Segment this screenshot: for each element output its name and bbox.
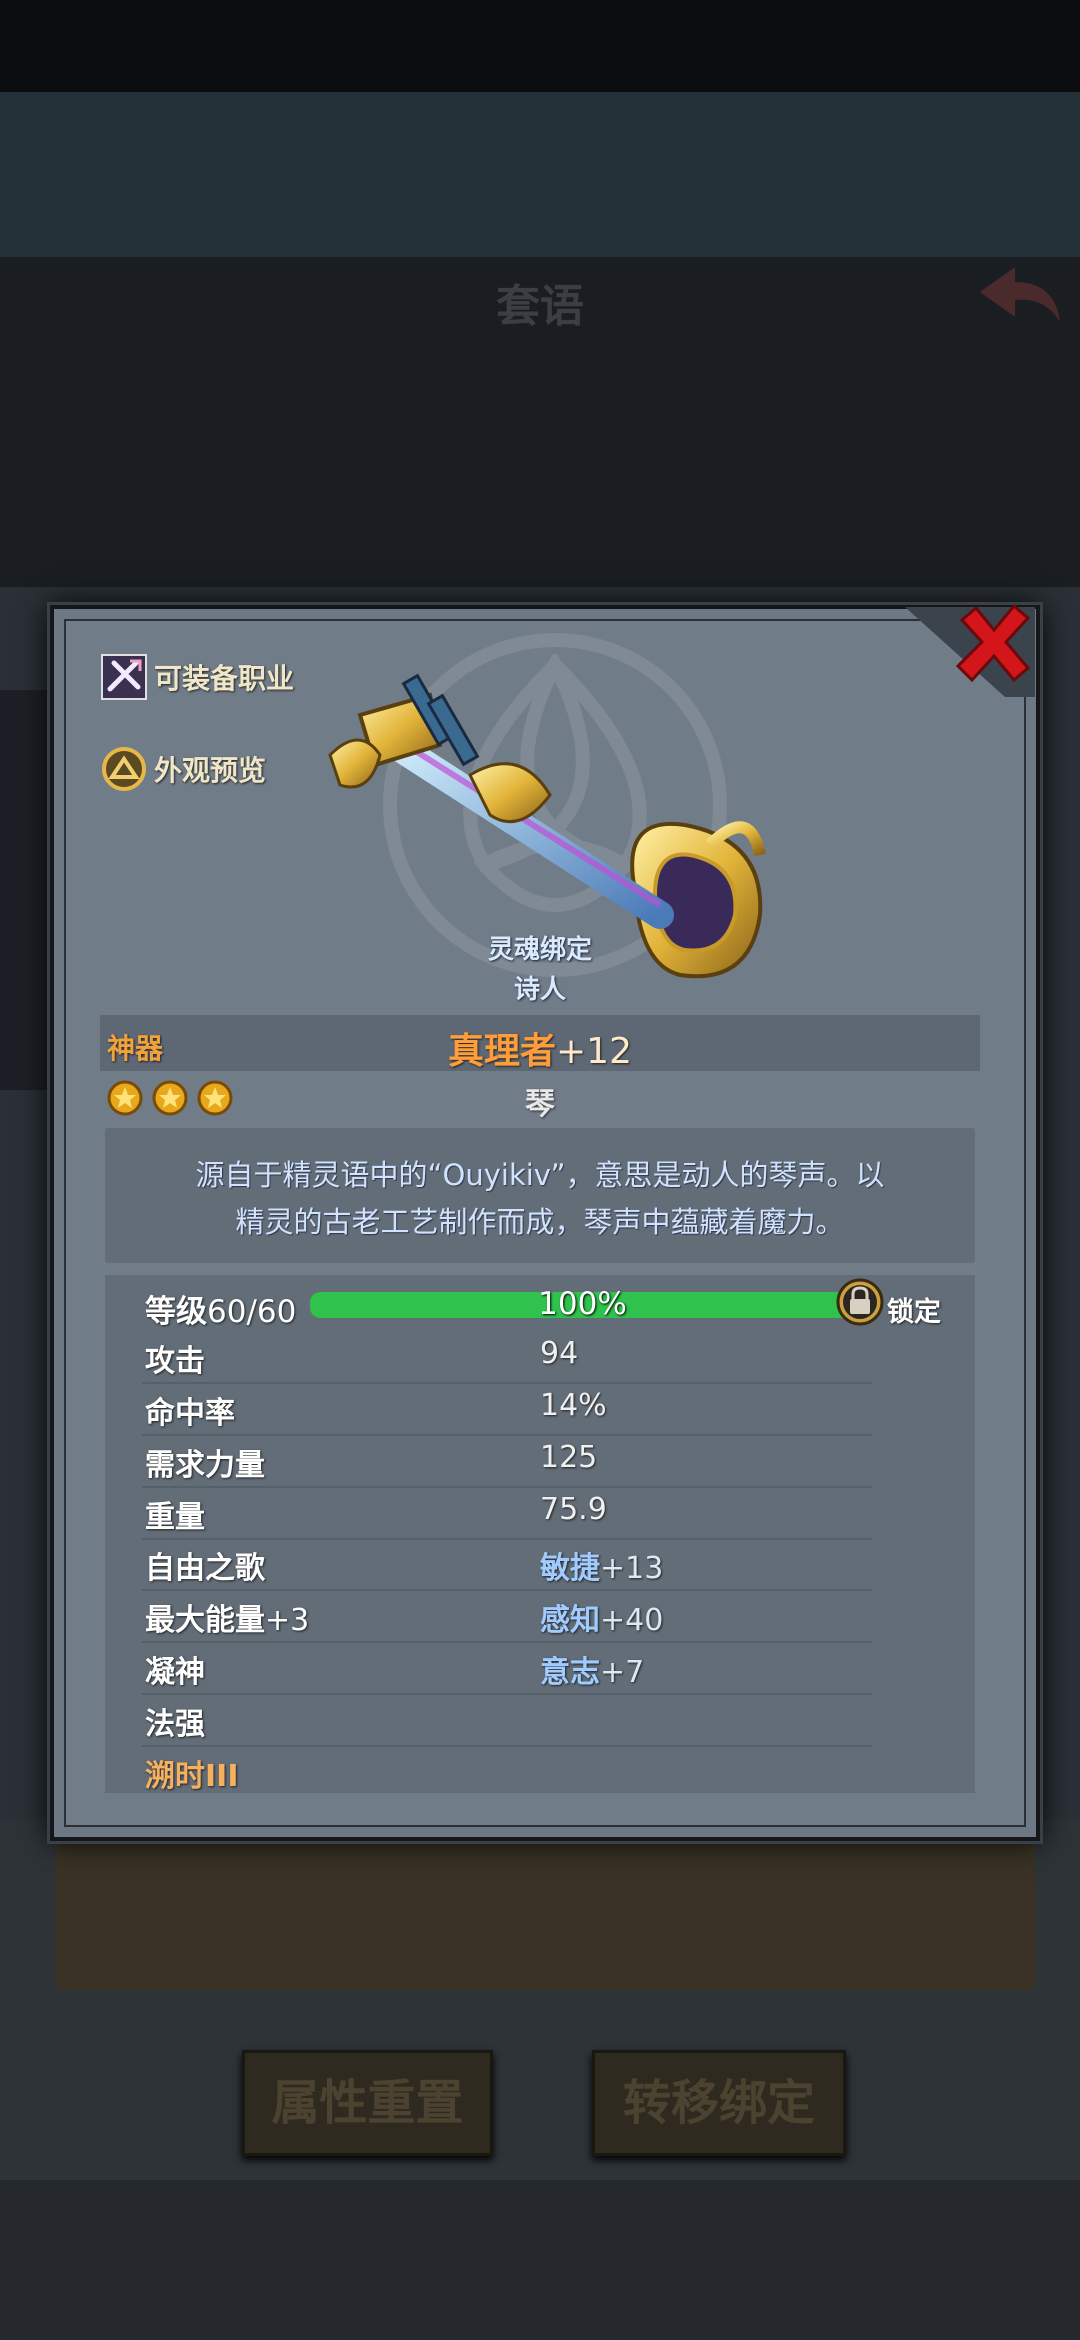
back-arrow-icon[interactable] <box>975 262 1065 330</box>
soul-bound-label: 灵魂绑定 <box>487 935 592 965</box>
lock-icon[interactable] <box>836 1278 884 1326</box>
level-progress-text: 100% <box>538 1286 627 1322</box>
stat-row: 重量 75.9 <box>142 1486 872 1540</box>
stat-value: 94 <box>540 1336 579 1371</box>
level-row: 等级60/60 100% 锁定 <box>142 1278 962 1332</box>
star-icon <box>197 1080 233 1116</box>
stat-value: 125 <box>540 1440 598 1475</box>
reset-attributes-button[interactable]: 属性重置 <box>242 2050 493 2156</box>
hanger-icon <box>102 747 146 791</box>
soul-bound-info: 灵魂绑定 诗人 <box>440 930 640 1010</box>
affix-row: 凝神 意志+7 <box>142 1641 872 1695</box>
item-description: 源自于精灵语中的“Ouyikiv”，意思是动人的琴声。以 精灵的古老工艺制作而成… <box>140 1152 940 1246</box>
enhance-level: +12 <box>556 1031 632 1072</box>
top-bar <box>0 0 1080 92</box>
affix-value-name: 感知 <box>540 1603 600 1638</box>
affix-value: 敏捷+13 <box>540 1543 663 1587</box>
stat-row: 需求力量 125 <box>142 1434 872 1488</box>
affix-name: 最大能量+3 <box>145 1595 309 1639</box>
stat-name: 攻击 <box>145 1344 205 1379</box>
bottom-background <box>0 2180 1080 2340</box>
affix-name: 凝神 <box>145 1655 205 1690</box>
affix-name-number: +3 <box>265 1603 310 1638</box>
affix-row: 法强 <box>142 1693 872 1747</box>
item-name: 真理者+12 <box>380 1022 700 1074</box>
stat-name: 命中率 <box>145 1396 235 1431</box>
close-icon[interactable] <box>950 600 1035 685</box>
affix-name: 自由之歌 <box>145 1551 265 1586</box>
background-title: 套语 <box>496 281 584 332</box>
level-label: 等级60/60 <box>145 1286 296 1331</box>
item-name-text: 真理者 <box>448 1031 557 1072</box>
affix-row: 最大能量+3 感知+40 <box>142 1589 872 1643</box>
appearance-preview-label: 外观预览 <box>154 754 267 787</box>
affix-name-text: 最大能量 <box>145 1603 265 1638</box>
affix-value: 感知+40 <box>540 1595 663 1639</box>
stat-value: 14% <box>540 1388 607 1423</box>
stat-name: 重量 <box>145 1500 205 1535</box>
affix-value-name: 敏捷 <box>540 1551 600 1586</box>
transfer-binding-button[interactable]: 转移绑定 <box>592 2050 846 2156</box>
rarity-label: 神器 <box>107 1032 164 1065</box>
equip-class-label: 可装备职业 <box>154 662 295 695</box>
affix-row: 溯时III <box>142 1745 872 1797</box>
star-icon <box>107 1080 143 1116</box>
parchment-strip <box>55 1830 1035 1990</box>
stat-row: 攻击 94 <box>142 1330 872 1384</box>
bound-class-label: 诗人 <box>513 975 566 1005</box>
appearance-preview-button[interactable]: 外观预览 <box>100 745 266 793</box>
star-icon <box>152 1080 188 1116</box>
equip-class-button[interactable]: 可装备职业 <box>100 653 294 701</box>
stat-value: 75.9 <box>540 1492 607 1527</box>
item-type: 琴 <box>525 1087 555 1122</box>
description-line: 源自于精灵语中的“Ouyikiv”，意思是动人的琴声。以 <box>195 1158 885 1192</box>
affix-value-number: +40 <box>600 1603 664 1638</box>
stat-name: 需求力量 <box>145 1448 265 1483</box>
description-line: 精灵的古老工艺制作而成，琴声中蕴藏着魔力。 <box>235 1205 845 1239</box>
affix-value-number: +13 <box>600 1551 664 1586</box>
crossed-tools-icon <box>101 654 147 700</box>
affix-name: 法强 <box>145 1707 205 1742</box>
affix-name: 溯时III <box>145 1759 239 1794</box>
affix-value-name: 意志 <box>540 1655 600 1690</box>
level-value: 60/60 <box>207 1294 297 1330</box>
header-band <box>0 92 1080 257</box>
affix-row: 自由之歌 敏捷+13 <box>142 1537 872 1591</box>
level-progress-bar: 100% <box>310 1286 855 1322</box>
star-rating <box>107 1080 233 1116</box>
stat-row: 命中率 14% <box>142 1382 872 1436</box>
affix-value-number: +7 <box>600 1655 645 1690</box>
affix-value: 意志+7 <box>540 1647 644 1691</box>
level-label-text: 等级 <box>145 1294 207 1330</box>
lock-label: 锁定 <box>887 1297 941 1328</box>
background-side-panel <box>0 690 50 1090</box>
